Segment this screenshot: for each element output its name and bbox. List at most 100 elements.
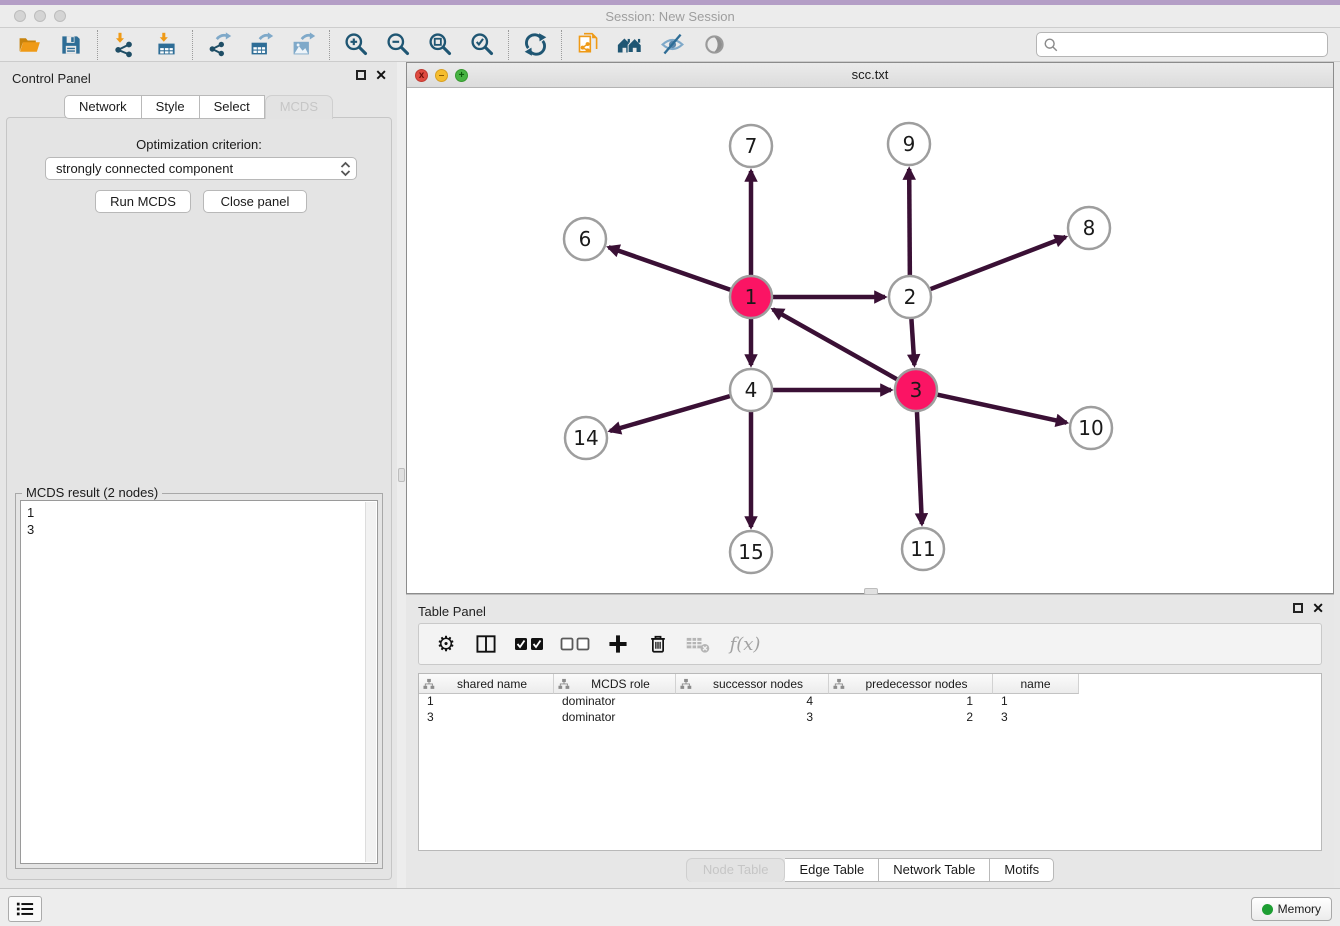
result-scrollbar[interactable] [365,502,376,862]
select-all-button[interactable] [513,631,545,657]
save-floppy-icon [58,32,84,58]
toolbar-separator [329,30,330,60]
plus-icon [606,632,630,656]
column-header-mcds-role[interactable]: MCDS role [554,674,676,694]
gear-icon: ⚙ [437,632,456,656]
column-header-successor-nodes[interactable]: successor nodes [676,674,829,694]
cell-predecessor-nodes[interactable]: 2 [829,710,993,726]
tab-select[interactable]: Select [200,95,265,119]
add-row-button[interactable] [605,631,631,657]
import-network-button[interactable] [103,30,145,60]
deselect-all-button[interactable] [559,631,591,657]
node-label-8: 8 [1083,216,1096,240]
import-table-button[interactable] [145,30,187,60]
edge-2-3[interactable] [911,319,914,365]
edge-3-1[interactable] [773,309,897,379]
edge-3-10[interactable] [937,395,1066,423]
new-network-from-selection-button[interactable] [567,30,609,60]
edge-2-9[interactable] [909,169,910,275]
export-image-icon [290,31,317,58]
close-panel-icon[interactable]: ✕ [375,70,387,80]
unchecked-boxes-icon [560,636,590,652]
cell-name[interactable]: 3 [993,710,1079,726]
edge-2-8[interactable] [931,237,1066,289]
control-panel-tabs: Network Style Select MCDS [0,95,397,119]
horizontal-splitter-grip[interactable] [864,588,878,595]
node-label-15: 15 [738,540,763,564]
export-network-button[interactable] [198,30,240,60]
node-label-2: 2 [904,285,917,309]
column-header-predecessor-nodes[interactable]: predecessor nodes [829,674,993,694]
network-graph[interactable]: 7968124314101511 [407,88,1333,593]
tab-style[interactable]: Style [142,95,200,119]
tab-network-table[interactable]: Network Table [879,858,990,882]
table-row[interactable]: 3 dominator 3 2 3 [419,710,1321,726]
zoom-in-button[interactable] [335,30,377,60]
cell-successor-nodes[interactable]: 3 [676,710,829,726]
tab-mcds[interactable]: MCDS [265,95,333,119]
edge-3-11[interactable] [917,412,922,524]
cell-shared-name[interactable]: 3 [419,710,554,726]
criterion-dropdown[interactable]: strongly connected component [45,157,357,180]
zoom-fit-button[interactable] [419,30,461,60]
tab-network[interactable]: Network [64,95,142,119]
table-tabs: Node Table Edge Table Network Table Moti… [406,858,1334,882]
run-mcds-button[interactable]: Run MCDS [95,190,191,213]
memory-button[interactable]: Memory [1251,897,1332,921]
node-label-3: 3 [910,378,923,402]
column-header-name[interactable]: name [993,674,1079,694]
cell-mcds-role[interactable]: dominator [554,710,676,726]
search-field[interactable] [1036,32,1328,57]
function-builder-button[interactable]: f(x) [725,631,765,657]
cell-shared-name[interactable]: 1 [419,694,554,710]
table-row[interactable]: 1 dominator 4 1 1 [419,694,1321,710]
mcds-result-box[interactable]: 1 3 [20,500,378,864]
show-all-button[interactable] [693,30,735,60]
column-header-shared-name[interactable]: shared name [419,674,554,694]
eye-icon [701,31,728,58]
list-icon [15,900,35,918]
trash-icon [646,632,670,656]
node-label-1: 1 [745,285,758,309]
table-settings-button[interactable]: ⚙ [433,631,459,657]
edge-1-6[interactable] [609,247,731,289]
hierarchy-icon [680,678,692,690]
close-table-panel-icon[interactable]: ✕ [1312,603,1324,613]
hide-selected-button[interactable] [651,30,693,60]
table-panel: Table Panel ✕ ⚙ f(x) shar [406,594,1334,888]
save-session-button[interactable] [50,30,92,60]
export-table-button[interactable] [240,30,282,60]
vertical-splitter[interactable] [397,62,406,888]
zoom-out-button[interactable] [377,30,419,60]
refresh-button[interactable] [514,30,556,60]
tab-motifs[interactable]: Motifs [990,858,1054,882]
close-panel-button[interactable]: Close panel [203,190,307,213]
delete-table-button[interactable] [685,631,711,657]
eye-slash-icon [659,31,686,58]
cell-mcds-role[interactable]: dominator [554,694,676,710]
float-table-panel-icon[interactable] [1293,603,1303,613]
float-panel-icon[interactable] [356,70,366,80]
edge-4-14[interactable] [610,396,730,431]
tab-edge-table[interactable]: Edge Table [785,858,879,882]
first-neighbors-button[interactable] [609,30,651,60]
delete-row-button[interactable] [645,631,671,657]
tab-node-table[interactable]: Node Table [686,858,786,882]
toggle-column-view-button[interactable] [473,631,499,657]
node-label-10: 10 [1078,416,1103,440]
cell-name[interactable]: 1 [993,694,1079,710]
two-houses-icon [616,31,644,59]
network-window-titlebar[interactable]: x – + scc.txt [407,63,1333,88]
search-input[interactable] [1059,37,1321,52]
splitter-grip[interactable] [398,468,405,482]
hierarchy-icon [558,678,570,690]
task-history-button[interactable] [8,896,42,922]
network-canvas[interactable]: 7968124314101511 [407,88,1333,593]
open-session-button[interactable] [8,30,50,60]
cell-predecessor-nodes[interactable]: 1 [829,694,993,710]
zoom-selected-button[interactable] [461,30,503,60]
cell-successor-nodes[interactable]: 4 [676,694,829,710]
columns-icon [474,632,498,656]
node-table[interactable]: shared name MCDS role successor nodes pr… [418,673,1322,851]
export-image-button[interactable] [282,30,324,60]
